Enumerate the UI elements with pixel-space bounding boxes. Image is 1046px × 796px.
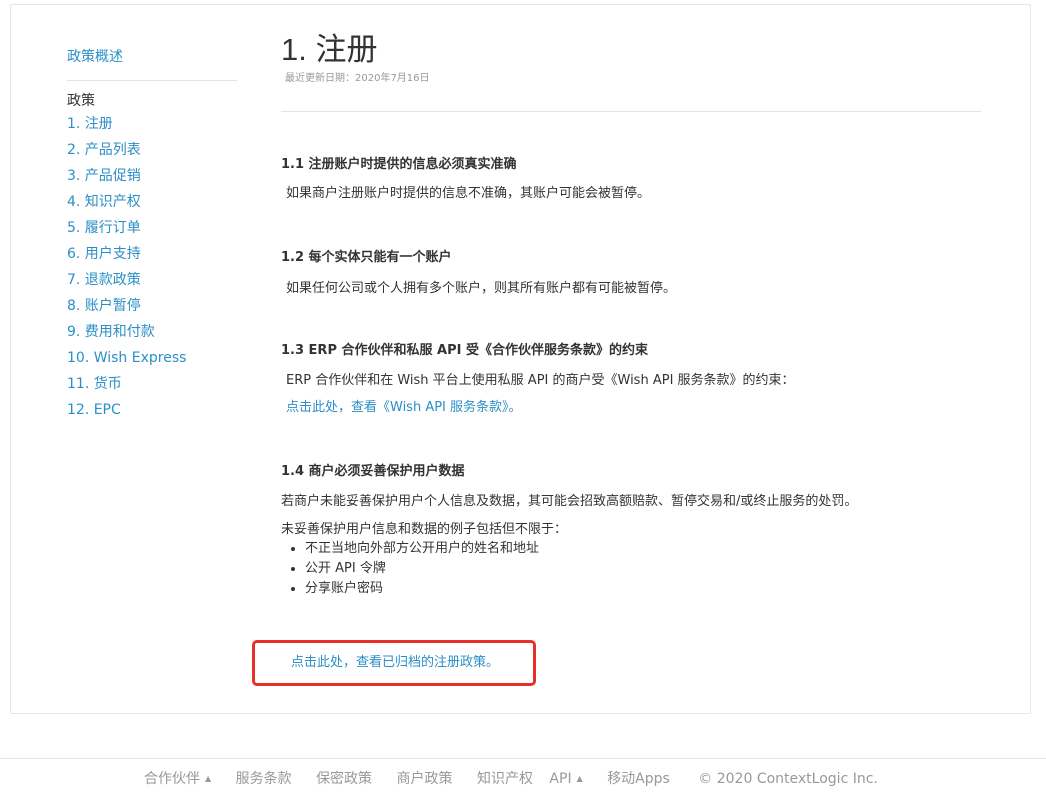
- sidebar-item-wish-express[interactable]: 10. Wish Express: [67, 345, 237, 371]
- caret-up-icon: ▲: [576, 774, 583, 783]
- footer-ip-link[interactable]: 知识产权: [477, 769, 533, 789]
- sidebar-policy-overview-link[interactable]: 政策概述: [67, 45, 237, 81]
- policy-main: 1. 注册 最近更新日期：2020年7月16日 1.1 注册账户时提供的信息必须…: [281, 28, 981, 596]
- sidebar-item-registration[interactable]: 1. 注册: [67, 111, 237, 137]
- policy-sidebar: 政策概述 政策 1. 注册 2. 产品列表 3. 产品促销 4. 知识产权 5.…: [67, 45, 237, 423]
- caret-up-icon: ▲: [205, 774, 212, 783]
- section-text: ERP 合作伙伴和在 Wish 平台上使用私服 API 的商户受《Wish AP…: [286, 373, 795, 388]
- sidebar-item-currency[interactable]: 11. 货币: [67, 371, 237, 397]
- footer-copyright: © 2020 ContextLogic Inc.: [698, 771, 878, 787]
- examples-list: 不正当地向外部方公开用户的姓名和地址 公开 API 令牌 分享账户密码: [281, 539, 981, 599]
- section-text: 如果任何公司或个人拥有多个账户，则其所有账户都有可能被暂停。: [286, 281, 677, 296]
- sidebar-item-customer-support[interactable]: 6. 用户支持: [67, 241, 237, 267]
- sidebar-heading: 政策: [67, 93, 95, 109]
- footer-privacy-link[interactable]: 保密政策: [316, 769, 372, 789]
- section-title: 1.3 ERP 合作伙伴和私服 API 受《合作伙伴服务条款》的约束: [281, 343, 648, 358]
- title-divider: [281, 111, 981, 112]
- list-item: 不正当地向外部方公开用户的姓名和地址: [305, 539, 981, 559]
- section-text: 若商户未能妥善保护用户个人信息及数据，其可能会招致高额赔款、暂停交易和/或终止服…: [281, 494, 858, 509]
- section-1-1: 1.1 注册账户时提供的信息必须真实准确 如果商户注册账户时提供的信息不准确，其…: [281, 156, 981, 203]
- section-text: 如果商户注册账户时提供的信息不准确，其账户可能会被暂停。: [286, 186, 651, 201]
- footer-links: 合作伙伴 ▲ 服务条款 保密政策 商户政策 知识产权 API ▲ 移动Apps © …: [144, 769, 878, 789]
- footer-api-label: API: [549, 771, 572, 787]
- page-title: 1. 注册: [281, 32, 378, 67]
- page: 政策概述 政策 1. 注册 2. 产品列表 3. 产品促销 4. 知识产权 5.…: [0, 0, 1046, 796]
- sidebar-item-epc[interactable]: 12. EPC: [67, 397, 237, 423]
- sidebar-item-fulfillment[interactable]: 5. 履行订单: [67, 215, 237, 241]
- archived-registration-policy-link[interactable]: 点击此处，查看已归档的注册政策。: [291, 654, 499, 672]
- section-1-2: 1.2 每个实体只能有一个账户 如果任何公司或个人拥有多个账户，则其所有账户都有…: [281, 249, 981, 298]
- footer-api-link[interactable]: API ▲: [549, 769, 582, 789]
- wish-api-terms-link[interactable]: 点击此处，查看《Wish API 服务条款》。: [286, 399, 522, 417]
- sidebar-item-account-suspension[interactable]: 8. 账户暂停: [67, 293, 237, 319]
- sidebar-item-product-promotion[interactable]: 3. 产品促销: [67, 163, 237, 189]
- footer-terms-link[interactable]: 服务条款: [236, 769, 292, 789]
- sidebar-item-fees-payments[interactable]: 9. 费用和付款: [67, 319, 237, 345]
- last-updated-date: 最近更新日期：2020年7月16日: [285, 73, 430, 84]
- section-examples-intro: 未妥善保护用户信息和数据的例子包括但不限于：: [281, 522, 568, 537]
- footer-mobile-apps-link[interactable]: 移动Apps: [607, 769, 670, 789]
- section-title: 1.2 每个实体只能有一个账户: [281, 250, 452, 265]
- section-1-3: 1.3 ERP 合作伙伴和私服 API 受《合作伙伴服务条款》的约束 ERP 合…: [281, 342, 981, 417]
- section-title: 1.1 注册账户时提供的信息必须真实准确: [281, 157, 517, 172]
- section-title: 1.4 商户必须妥善保护用户数据: [281, 464, 465, 479]
- footer: 合作伙伴 ▲ 服务条款 保密政策 商户政策 知识产权 API ▲ 移动Apps © …: [0, 758, 1046, 796]
- section-1-4: 1.4 商户必须妥善保护用户数据 若商户未能妥善保护用户个人信息及数据，其可能会…: [281, 463, 981, 599]
- sidebar-item-intellectual-property[interactable]: 4. 知识产权: [67, 189, 237, 215]
- list-item: 分享账户密码: [305, 579, 981, 599]
- footer-partners-label: 合作伙伴: [144, 771, 200, 787]
- footer-merchant-policy-link[interactable]: 商户政策: [397, 769, 453, 789]
- sidebar-item-product-listing[interactable]: 2. 产品列表: [67, 137, 237, 163]
- list-item: 公开 API 令牌: [305, 559, 981, 579]
- sidebar-item-refund-policy[interactable]: 7. 退款政策: [67, 267, 237, 293]
- footer-partners-link[interactable]: 合作伙伴 ▲: [144, 769, 211, 789]
